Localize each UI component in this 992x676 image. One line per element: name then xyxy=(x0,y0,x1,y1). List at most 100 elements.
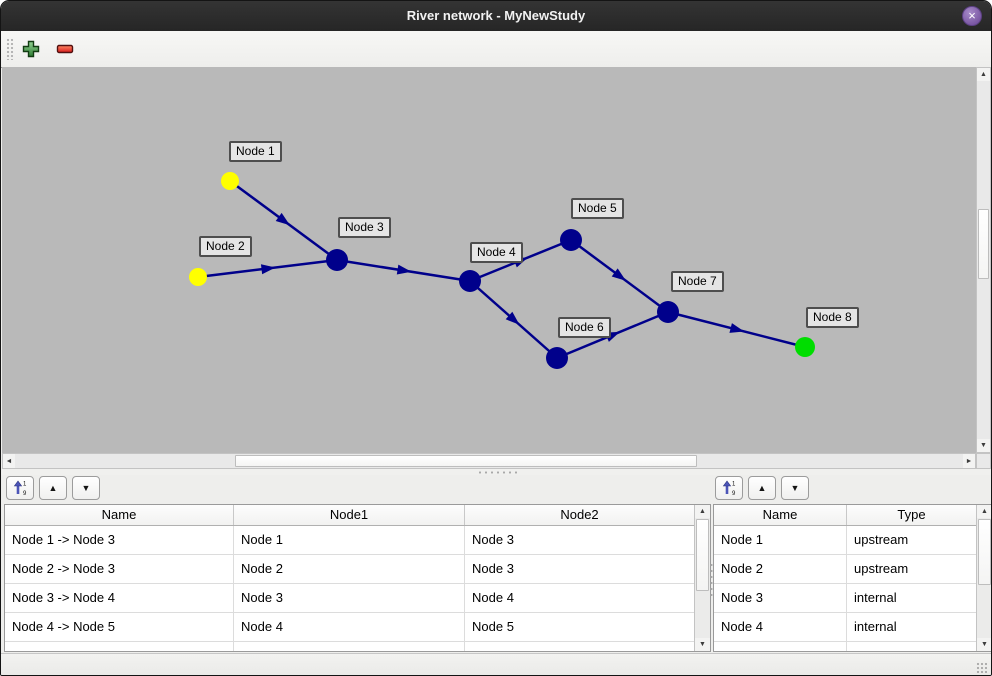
table-cell[interactable]: Node 1 xyxy=(234,526,465,555)
arrow-up-icon: ▲ xyxy=(980,71,987,78)
table-row[interactable]: Node 3 -> Node 4Node 3Node 4 xyxy=(5,584,710,613)
table-cell[interactable]: Node 4 xyxy=(465,584,695,613)
column-header[interactable]: Type xyxy=(847,505,977,525)
nodes-sort-button[interactable]: 1 9 xyxy=(715,476,743,500)
node-label[interactable]: Node 8 xyxy=(806,307,859,328)
table-cell[interactable]: Node 2 -> Node 3 xyxy=(5,555,234,584)
graph-node[interactable] xyxy=(546,347,568,369)
arrow-down-icon: ▼ xyxy=(82,483,91,493)
table-cell[interactable]: Node 4 xyxy=(714,613,847,642)
close-button[interactable]: × xyxy=(962,6,982,26)
table-cell[interactable]: upstream xyxy=(847,526,977,555)
links-move-up-button[interactable]: ▲ xyxy=(39,476,67,500)
table-cell[interactable]: Node 5 xyxy=(465,613,695,642)
table-cell[interactable]: Node 4 -> Node 5 xyxy=(5,613,234,642)
table-row[interactable]: Node 2 -> Node 3Node 2Node 3 xyxy=(5,555,710,584)
arrow-up-icon: ▲ xyxy=(758,483,767,493)
graph-node[interactable] xyxy=(459,270,481,292)
column-header[interactable]: Node1 xyxy=(234,505,465,525)
scroll-down-button[interactable]: ▼ xyxy=(977,439,990,452)
table-row[interactable] xyxy=(714,642,992,652)
vertical-scroll-thumb[interactable] xyxy=(696,519,709,591)
add-button[interactable] xyxy=(21,39,41,59)
scrollbar-corner xyxy=(976,453,991,469)
edge-arrow-icon xyxy=(729,323,745,336)
sort-ascending-icon: 1 9 xyxy=(12,480,28,496)
table-row[interactable]: Node 3internal xyxy=(714,584,992,613)
table-cell[interactable] xyxy=(847,642,977,652)
table-row[interactable]: Node 1 -> Node 3Node 1Node 3 xyxy=(5,526,710,555)
scroll-down-button[interactable]: ▼ xyxy=(977,638,992,651)
arrow-up-icon: ▲ xyxy=(699,508,706,515)
links-table: NameNode1Node2 Node 1 -> Node 3Node 1Nod… xyxy=(4,504,711,652)
remove-button[interactable] xyxy=(55,39,75,59)
arrow-up-icon: ▲ xyxy=(49,483,58,493)
graph-node[interactable] xyxy=(795,337,815,357)
table-cell[interactable]: Node 3 xyxy=(234,584,465,613)
table-cell[interactable]: Node 3 xyxy=(465,526,695,555)
column-header[interactable]: Name xyxy=(714,505,847,525)
toolbar-drag-handle[interactable] xyxy=(6,38,14,60)
table-cell[interactable]: Node 1 xyxy=(714,526,847,555)
node-label[interactable]: Node 2 xyxy=(199,236,252,257)
table-row[interactable]: Node 4 -> Node 5Node 4Node 5 xyxy=(5,613,710,642)
nodes-table-scrollbar[interactable]: ▲ ▼ xyxy=(976,505,992,651)
node-label[interactable]: Node 5 xyxy=(571,198,624,219)
graph-node[interactable] xyxy=(221,172,239,190)
links-move-down-button[interactable]: ▼ xyxy=(72,476,100,500)
table-row[interactable]: Node 4internal xyxy=(714,613,992,642)
table-cell[interactable] xyxy=(5,642,234,652)
pane-splitter[interactable] xyxy=(1,469,991,475)
resize-grip-icon[interactable] xyxy=(976,662,987,673)
node-label[interactable]: Node 7 xyxy=(671,271,724,292)
table-row[interactable]: Node 2upstream xyxy=(714,555,992,584)
table-cell[interactable]: Node 3 xyxy=(465,555,695,584)
graph-node[interactable] xyxy=(189,268,207,286)
links-table-scrollbar[interactable]: ▲ ▼ xyxy=(694,505,710,651)
table-cell[interactable] xyxy=(465,642,695,652)
table-cell[interactable]: internal xyxy=(847,584,977,613)
table-cell[interactable]: Node 3 -> Node 4 xyxy=(5,584,234,613)
node-label[interactable]: Node 3 xyxy=(338,217,391,238)
arrow-right-icon: ► xyxy=(966,458,973,465)
graph-node[interactable] xyxy=(657,301,679,323)
vertical-scroll-thumb[interactable] xyxy=(978,519,991,585)
canvas-vertical-scrollbar[interactable]: ▲ ▼ xyxy=(976,67,991,453)
river-canvas[interactable]: Node 1 Node 2 Node 3 Node 4 Node 5 Node 6 Node… xyxy=(2,67,976,453)
scroll-up-button[interactable]: ▲ xyxy=(977,505,992,518)
horizontal-scroll-thumb[interactable] xyxy=(235,455,697,467)
table-cell[interactable]: Node 2 xyxy=(714,555,847,584)
table-cell[interactable]: Node 4 xyxy=(234,613,465,642)
nodes-move-down-button[interactable]: ▼ xyxy=(781,476,809,500)
minus-icon xyxy=(55,39,75,59)
node-label[interactable]: Node 6 xyxy=(558,317,611,338)
canvas-horizontal-scrollbar[interactable]: ◄ ► xyxy=(2,453,976,469)
scroll-down-button[interactable]: ▼ xyxy=(695,638,710,651)
table-cell[interactable] xyxy=(234,642,465,652)
table-cell[interactable]: internal xyxy=(847,613,977,642)
nodes-move-up-button[interactable]: ▲ xyxy=(748,476,776,500)
node-label[interactable]: Node 4 xyxy=(470,242,523,263)
table-cell[interactable]: upstream xyxy=(847,555,977,584)
scroll-up-button[interactable]: ▲ xyxy=(695,505,710,518)
table-cell[interactable]: Node 2 xyxy=(234,555,465,584)
table-row[interactable] xyxy=(5,642,710,652)
graph-node[interactable] xyxy=(326,249,348,271)
column-header[interactable]: Node2 xyxy=(465,505,695,525)
node-label[interactable]: Node 1 xyxy=(229,141,282,162)
scroll-right-button[interactable]: ► xyxy=(963,454,975,468)
svg-text:9: 9 xyxy=(23,491,27,496)
table-cell[interactable]: Node 1 -> Node 3 xyxy=(5,526,234,555)
arrow-down-icon: ▼ xyxy=(981,641,988,648)
table-cell[interactable] xyxy=(714,642,847,652)
scroll-left-button[interactable]: ◄ xyxy=(3,454,15,468)
links-sort-button[interactable]: 1 9 xyxy=(6,476,34,500)
table-row[interactable]: Node 1upstream xyxy=(714,526,992,555)
vertical-scroll-thumb[interactable] xyxy=(978,209,989,279)
table-cell[interactable]: Node 3 xyxy=(714,584,847,613)
graph-node[interactable] xyxy=(560,229,582,251)
column-header[interactable]: Name xyxy=(5,505,234,525)
scroll-up-button[interactable]: ▲ xyxy=(977,68,990,81)
plus-icon xyxy=(21,39,41,59)
sort-ascending-icon: 1 9 xyxy=(721,480,737,496)
